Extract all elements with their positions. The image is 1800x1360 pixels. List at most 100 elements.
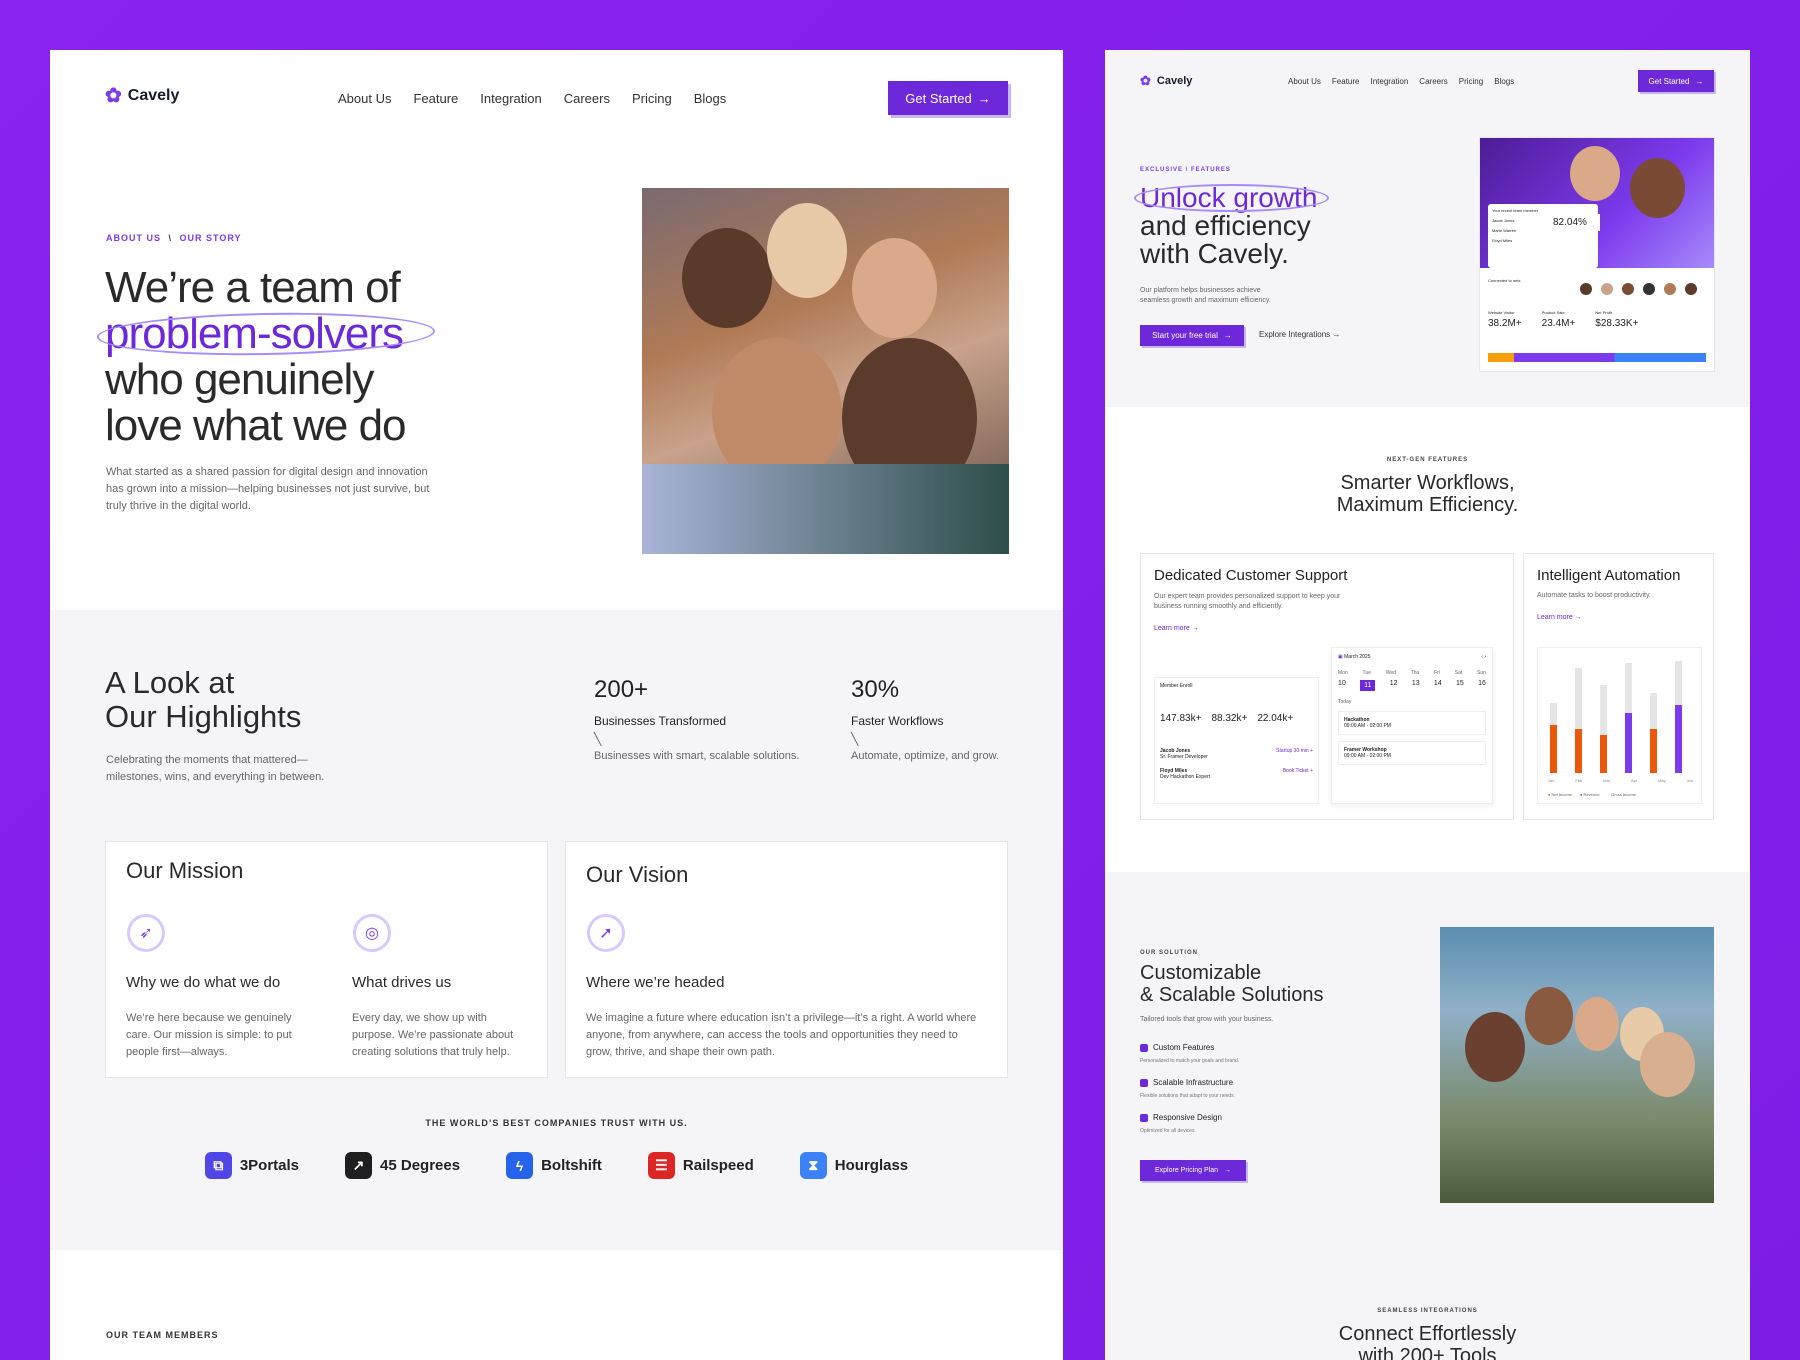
- nav-item-integration[interactable]: Integration: [1370, 77, 1408, 86]
- checkbox-icon: [1140, 1078, 1148, 1087]
- arrow-up-right-icon: ↗: [345, 1152, 373, 1179]
- solution-eyebrow: OUR SOLUTION: [1140, 950, 1198, 956]
- member-number: 147.83k+: [1160, 713, 1202, 724]
- nav-item-careers[interactable]: Careers: [564, 91, 610, 106]
- calendar-title: ▣ March 2025: [1338, 654, 1371, 660]
- widget-title: Your recent team member: [1492, 208, 1539, 213]
- rail-icon: ☰: [647, 1152, 675, 1179]
- stat-value: 200+: [594, 676, 649, 703]
- date-cell-selected[interactable]: 11: [1360, 680, 1376, 691]
- nav-item-pricing[interactable]: Pricing: [632, 91, 672, 106]
- date-cell[interactable]: 14: [1434, 680, 1442, 691]
- main-nav: About Us Feature Integration Careers Pri…: [338, 91, 726, 106]
- integrations-eyebrow: SEAMLESS INTEGRATIONS: [1377, 1308, 1478, 1314]
- mission-item-title: Why we do what we do: [126, 974, 281, 991]
- hero-title: Unlock growth and efficiency with Cavely…: [1134, 184, 1329, 268]
- explore-integrations-link[interactable]: Explore Integrations →: [1259, 330, 1340, 339]
- member-numbers: 147.83k+ 88.32k+ 22.04k+: [1160, 713, 1313, 724]
- breadcrumb-separator: \: [168, 233, 173, 243]
- progress-bar: [1488, 353, 1706, 362]
- stat-label: Businesses Transformed: [594, 714, 727, 728]
- bar-area: [1548, 653, 1693, 773]
- calendar-nav[interactable]: ‹ ›: [1481, 654, 1486, 660]
- bar: [1575, 729, 1582, 773]
- avatar: [1622, 283, 1634, 295]
- nav-item-about[interactable]: About Us: [338, 91, 391, 106]
- team-eyebrow: OUR TEAM MEMBERS: [106, 1330, 219, 1340]
- get-started-button[interactable]: Get Started →: [1638, 70, 1714, 92]
- event-item[interactable]: Hackathon 09:00 AM - 02:00 PM: [1338, 711, 1486, 735]
- company-logo: ⧗ Hourglass: [799, 1152, 908, 1179]
- main-nav: About Us Feature Integration Careers Pri…: [1288, 77, 1514, 86]
- team-photo: [642, 188, 1009, 554]
- dash-stat: Website Visitor 38.2M+: [1488, 310, 1522, 329]
- date-cell[interactable]: 10: [1338, 680, 1346, 691]
- nav-item-pricing[interactable]: Pricing: [1459, 77, 1483, 86]
- learn-more-link[interactable]: Learn more →: [1537, 614, 1582, 621]
- arrow-right-icon: →: [1695, 76, 1704, 86]
- stat-note: Automate, optimize, and grow.: [851, 750, 999, 762]
- checkbox-icon: [1140, 1113, 1148, 1122]
- automation-title: Intelligent Automation: [1537, 567, 1681, 584]
- photo-clothes: [642, 464, 1009, 554]
- vision-title: Our Vision: [586, 862, 689, 887]
- dash-stat: Product Sale 23.4M+: [1542, 310, 1576, 329]
- date-row: 10 11 12 13 14 15 16: [1338, 680, 1486, 691]
- mission-title: Our Mission: [126, 858, 244, 883]
- dashboard-mockup: Your recent team member Jacob Jones Mari…: [1480, 138, 1714, 371]
- solution-list: Custom Features Personalized to match you…: [1140, 1043, 1239, 1148]
- vision-card: Our Vision ➚ Where we’re headed We imagi…: [565, 841, 1008, 1078]
- solution-item: Scalable Infrastructure Flexible solution…: [1140, 1078, 1236, 1099]
- event-item[interactable]: Framer Workshop 09:00 AM - 02:00 PM: [1338, 741, 1486, 765]
- date-cell[interactable]: 16: [1478, 680, 1486, 691]
- stat-workflows: 30% Faster Workflows ╲ Automate, optimiz…: [851, 676, 1021, 762]
- chart-legend: ● Net Income ● Revenue ○ Gross Income: [1548, 792, 1637, 797]
- features-eyebrow: NEXT-GEN FEATURES: [1386, 457, 1469, 463]
- photo-person: [1525, 987, 1573, 1045]
- today-label: Today: [1338, 699, 1352, 705]
- checkbox-icon: [1140, 1043, 1148, 1052]
- book-ticket-link[interactable]: Book Ticket +: [1283, 768, 1313, 780]
- company-logo: ⧉ 3Portals: [204, 1152, 299, 1179]
- start-trial-button[interactable]: Start your free trial →: [1140, 325, 1244, 346]
- member-row: Floyd Miles Dev Hackathon Expert Book Tic…: [1160, 768, 1313, 780]
- date-cell[interactable]: 13: [1412, 680, 1420, 691]
- startup-link[interactable]: Startup 30 min +: [1276, 748, 1313, 760]
- member-label: Member Enroll: [1160, 683, 1193, 689]
- get-started-button[interactable]: Get Started →: [888, 81, 1008, 115]
- nav-item-blogs[interactable]: Blogs: [1494, 77, 1514, 86]
- brand-logo[interactable]: ✿ Cavely: [105, 86, 179, 106]
- arrow-right-icon: →: [1223, 331, 1232, 340]
- avatar: [1580, 283, 1592, 295]
- vision-desc: We imagine a future where education isn’…: [586, 1012, 977, 1058]
- breadcrumb-about[interactable]: ABOUT US: [106, 233, 161, 243]
- nav-item-about[interactable]: About Us: [1288, 77, 1321, 86]
- learn-more-link[interactable]: Learn more →: [1154, 625, 1199, 632]
- nav-item-careers[interactable]: Careers: [1419, 77, 1447, 86]
- nav-item-feature[interactable]: Feature: [1332, 77, 1360, 86]
- photo-person: [852, 238, 937, 338]
- date-cell[interactable]: 12: [1390, 680, 1398, 691]
- breadcrumb: ABOUT US \ OUR STORY: [106, 233, 242, 243]
- explore-pricing-button[interactable]: Explore Pricing Plan →: [1140, 1160, 1246, 1181]
- bar: [1625, 713, 1632, 773]
- member-number: 22.04k+: [1257, 713, 1294, 724]
- date-cell[interactable]: 15: [1456, 680, 1464, 691]
- stat-divider: ╲: [594, 732, 602, 746]
- nav-item-blogs[interactable]: Blogs: [694, 91, 727, 106]
- dash-stat-label: Website Visitor: [1488, 310, 1515, 315]
- portals-icon: ⧉: [204, 1152, 232, 1179]
- breadcrumb-current: OUR STORY: [179, 233, 242, 243]
- calendar-icon: ▣: [1338, 654, 1343, 660]
- company-logo: ϟ Boltshift: [506, 1152, 602, 1179]
- nav-item-integration[interactable]: Integration: [480, 91, 541, 106]
- solution-photo: [1440, 927, 1714, 1203]
- percentage-value: 82.04%: [1550, 214, 1600, 231]
- logo-icon: ✿: [1140, 73, 1151, 88]
- month-axis: Jan Feb Mar Apr May Jun: [1548, 778, 1693, 783]
- hero-description: What started as a shared passion for dig…: [106, 466, 430, 512]
- bar: [1550, 725, 1557, 773]
- support-desc: Our expert team provides personalized su…: [1154, 593, 1341, 610]
- brand-logo[interactable]: ✿ Cavely: [1140, 74, 1192, 87]
- nav-item-feature[interactable]: Feature: [413, 91, 458, 106]
